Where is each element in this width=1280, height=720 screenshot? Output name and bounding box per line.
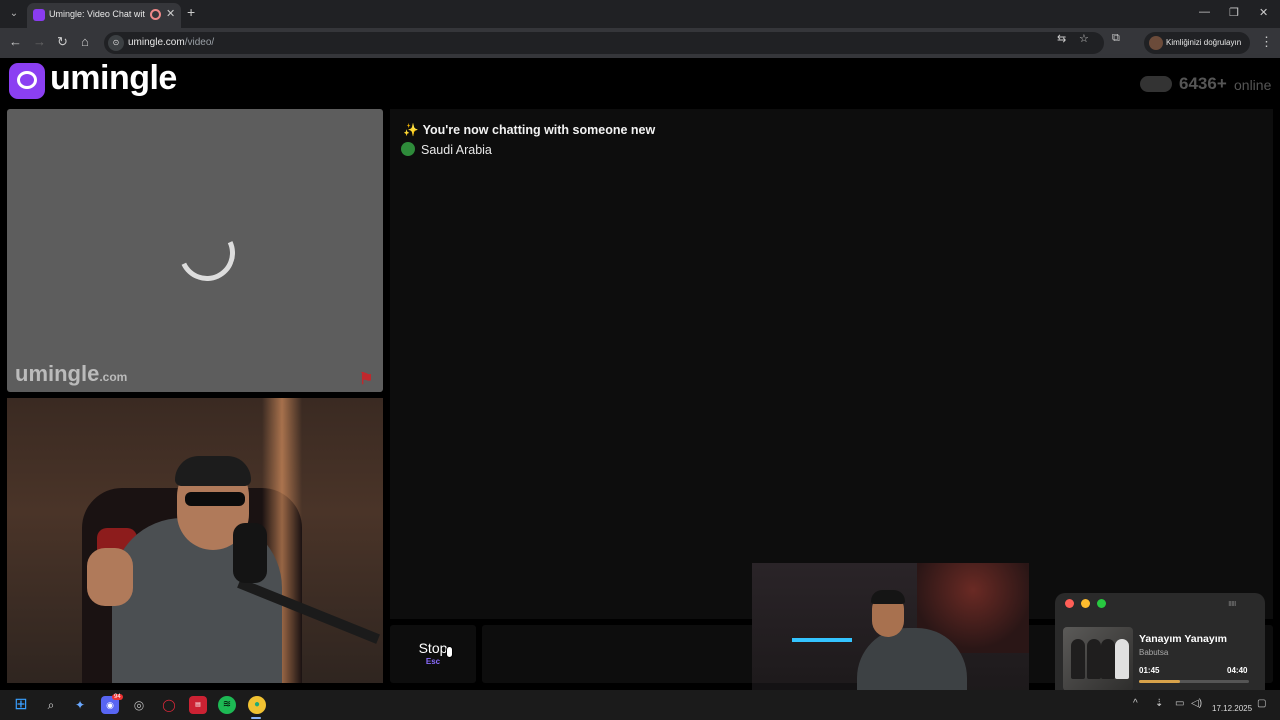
back-button[interactable]: ← bbox=[9, 34, 22, 49]
tab-search-button[interactable]: ⌄ bbox=[5, 5, 23, 23]
active-app-indicator bbox=[251, 717, 261, 719]
online-toggle[interactable] bbox=[1140, 76, 1172, 92]
bookmark-star-icon[interactable]: ☆ bbox=[1079, 32, 1089, 45]
progress-fill bbox=[1139, 680, 1181, 683]
stop-button[interactable]: Stop Esc bbox=[390, 625, 476, 683]
chat-log: ✨ You're now chatting with someone new Sa… bbox=[390, 109, 1273, 619]
song-artist: Babutsa bbox=[1139, 648, 1169, 657]
browser-toolbar: ← → ↻ ⌂ ⊙ umingle.com/video/ ⇆ ☆ ⧉ Kimli… bbox=[0, 28, 1280, 58]
progress-bar[interactable] bbox=[1139, 680, 1249, 683]
url-host: umingle.com bbox=[128, 37, 185, 48]
current-time: 01:45 bbox=[1139, 666, 1160, 675]
logo-text: umingle bbox=[50, 59, 177, 97]
browser-menu-icon[interactable]: ⋮ bbox=[1260, 34, 1273, 50]
volume-icon[interactable]: ◁) bbox=[1191, 698, 1202, 709]
umingle-favicon-icon bbox=[33, 9, 45, 21]
microphone-icon bbox=[233, 523, 267, 583]
total-time: 04:40 bbox=[1227, 666, 1248, 675]
stranger-video: umingle.com ⚑ bbox=[7, 109, 383, 392]
windows-start-icon[interactable]: ⊞ bbox=[12, 696, 30, 714]
chrome-icon[interactable]: ● bbox=[248, 696, 266, 714]
minimize-window-button[interactable]: — bbox=[1199, 6, 1210, 18]
tray-download-icon[interactable]: ⇣ bbox=[1155, 698, 1163, 709]
online-label: online bbox=[1234, 77, 1272, 93]
profile-avatar bbox=[1149, 36, 1163, 50]
address-bar[interactable]: ⊙ umingle.com/video/ bbox=[104, 32, 1104, 54]
chat-status-message: ✨ You're now chatting with someone new bbox=[403, 123, 656, 137]
search-icon[interactable]: ⌕ bbox=[42, 696, 60, 714]
app-icon-1[interactable]: ✦ bbox=[71, 696, 89, 714]
extensions-icon[interactable]: ⧉ bbox=[1112, 32, 1120, 45]
sparkle-icon: ✨ bbox=[403, 123, 419, 137]
discord-badge: 94 bbox=[112, 694, 123, 700]
widget-maximize-icon[interactable] bbox=[1097, 599, 1106, 608]
url-path: /video/ bbox=[184, 37, 215, 48]
tab-close-button[interactable]: ✕ bbox=[166, 7, 175, 20]
online-count: 6436+ bbox=[1179, 74, 1227, 93]
translate-icon[interactable]: ⇆ bbox=[1057, 32, 1066, 45]
notification-icon[interactable]: ▢ bbox=[1257, 698, 1266, 709]
restore-window-button[interactable]: ❐ bbox=[1229, 6, 1239, 19]
tray-chevron-icon[interactable]: ^ bbox=[1133, 698, 1138, 709]
now-playing-widget: ııııı Yanayım Yanayım Babutsa 01:45 04:4… bbox=[1055, 593, 1265, 701]
video-watermark: umingle.com bbox=[15, 361, 128, 386]
song-title: Yanayım Yanayım bbox=[1139, 633, 1227, 645]
browser-tab-bar: ⌄ Umingle: Video Chat with S ✕ + — ❐ ✕ bbox=[0, 0, 1280, 28]
site-info-icon[interactable]: ⊙ bbox=[108, 35, 124, 51]
recording-indicator-icon bbox=[150, 9, 161, 20]
loading-spinner-icon bbox=[171, 217, 243, 289]
mouse-cursor-icon bbox=[445, 647, 455, 661]
reload-button[interactable]: ↻ bbox=[57, 34, 68, 50]
windows-taskbar: ⊞ ⌕ ✦ ◉ 94 ◎ ◯ ▤ ≋ ● ^ ⇣ ▭ ◁) 17.12.2025… bbox=[0, 690, 1280, 720]
browser-tab-active[interactable]: Umingle: Video Chat with S ✕ bbox=[27, 3, 181, 28]
widget-minimize-icon[interactable] bbox=[1081, 599, 1090, 608]
stop-shortcut: Esc bbox=[425, 657, 441, 666]
profile-verify-label: Kimliğinizi doğrulayın bbox=[1166, 38, 1242, 47]
self-camera-video bbox=[7, 398, 383, 683]
new-tab-button[interactable]: + bbox=[187, 4, 195, 20]
chat-country: Saudi Arabia bbox=[401, 142, 492, 157]
tab-title: Umingle: Video Chat with S bbox=[49, 9, 145, 19]
stop-label: Stop bbox=[418, 640, 448, 656]
chat-bubble-logo-icon bbox=[9, 63, 45, 99]
forward-button[interactable]: → bbox=[33, 34, 46, 49]
url-text[interactable]: umingle.com/video/ bbox=[128, 37, 214, 48]
equalizer-icon: ııııı bbox=[1228, 598, 1236, 608]
steam-icon[interactable]: ◎ bbox=[130, 696, 148, 714]
report-flag-icon[interactable]: ⚑ bbox=[359, 369, 379, 388]
widget-close-icon[interactable] bbox=[1065, 599, 1074, 608]
app-icon-red[interactable]: ▤ bbox=[189, 696, 207, 714]
home-button[interactable]: ⌂ bbox=[81, 34, 89, 49]
close-window-button[interactable]: ✕ bbox=[1259, 6, 1268, 19]
spotify-icon[interactable]: ≋ bbox=[218, 696, 236, 714]
opera-icon[interactable]: ◯ bbox=[160, 696, 178, 714]
country-flag-icon bbox=[401, 142, 415, 156]
profile-verify-button[interactable]: Kimliğinizi doğrulayın bbox=[1144, 32, 1250, 54]
taskbar-date[interactable]: 17.12.2025 bbox=[1212, 704, 1252, 713]
network-icon[interactable]: ▭ bbox=[1175, 698, 1184, 709]
album-cover bbox=[1063, 627, 1133, 691]
